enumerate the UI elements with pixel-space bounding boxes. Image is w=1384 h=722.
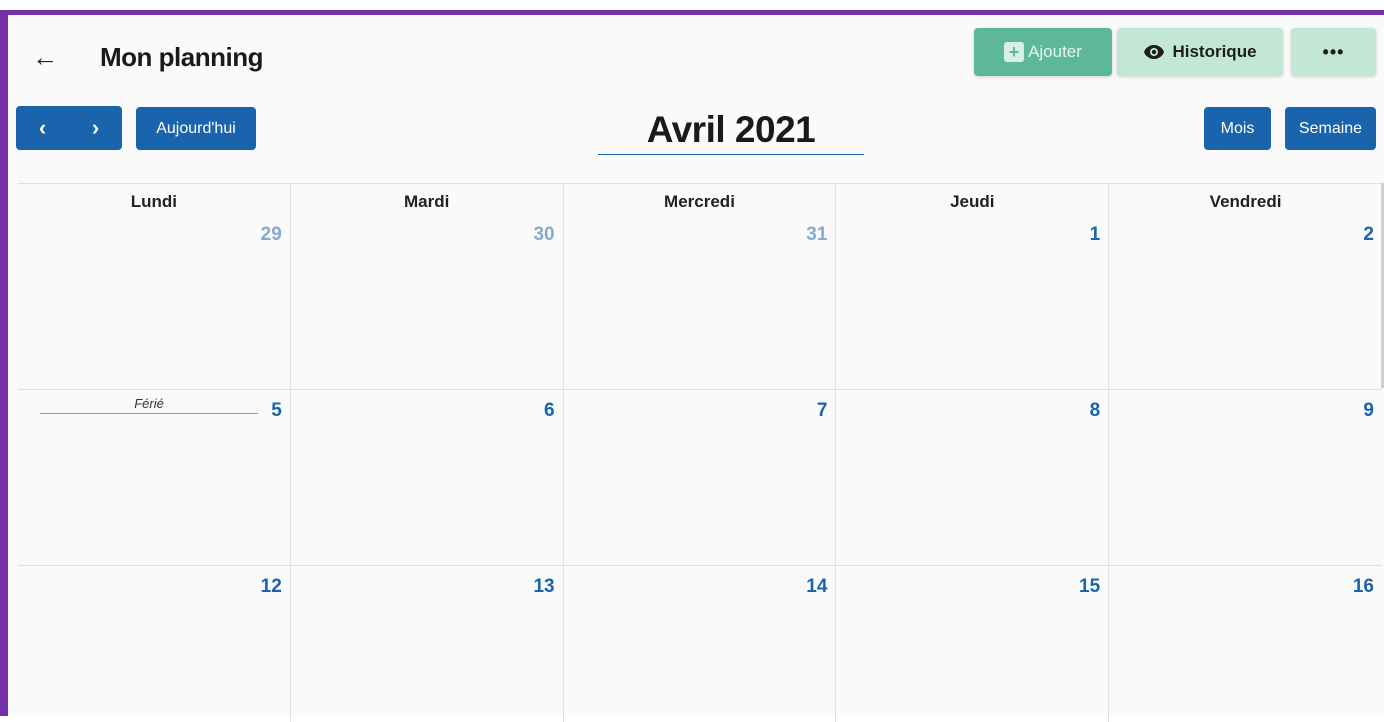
day-number: 8: [1089, 400, 1101, 421]
calendar-week-row: 29 30 31 1 2: [18, 214, 1382, 390]
day-cell[interactable]: 16: [1109, 566, 1382, 722]
page-title: Mon planning: [100, 42, 263, 72]
next-period-button[interactable]: ›: [69, 106, 122, 150]
weekday-header: Mardi: [291, 184, 564, 214]
history-button-label: Historique: [1172, 42, 1257, 61]
calendar-grid: Lundi Mardi Mercredi Jeudi Vendredi 29 3…: [18, 183, 1382, 722]
day-number: 31: [806, 224, 828, 245]
day-cell[interactable]: 1: [836, 214, 1110, 389]
day-cell[interactable]: 2: [1109, 214, 1382, 389]
day-number: 14: [806, 576, 828, 597]
day-number: 15: [1079, 576, 1101, 597]
back-arrow-icon[interactable]: ←: [30, 42, 60, 72]
day-number: 7: [816, 400, 828, 421]
weekday-header: Mercredi: [564, 184, 837, 214]
day-cell[interactable]: 14: [564, 566, 837, 722]
day-number: 1: [1089, 224, 1101, 245]
day-number: 12: [260, 576, 282, 597]
day-cell[interactable]: 8: [836, 390, 1110, 565]
history-button[interactable]: Historique: [1117, 28, 1283, 76]
calendar-week-row: Férié 5 6 7 8 9: [18, 390, 1382, 566]
day-number: 5: [271, 400, 282, 421]
day-cell[interactable]: 29: [18, 214, 291, 389]
day-number: 2: [1363, 224, 1374, 245]
weekday-header: Lundi: [18, 184, 291, 214]
day-cell[interactable]: 13: [291, 566, 564, 722]
day-number: 9: [1363, 400, 1374, 421]
day-number: 13: [533, 576, 555, 597]
weekday-header: Vendredi: [1209, 192, 1282, 211]
more-options-button[interactable]: •••: [1291, 28, 1376, 76]
day-number: 29: [260, 224, 282, 245]
day-number: 30: [533, 224, 555, 245]
calendar-week-row: 12 13 14 15 16: [18, 566, 1382, 722]
add-button[interactable]: + Ajouter: [974, 28, 1112, 76]
prev-period-button[interactable]: ‹: [16, 106, 69, 150]
chevron-right-icon: ›: [91, 115, 100, 140]
day-cell[interactable]: 7: [564, 390, 837, 565]
day-number: 16: [1352, 576, 1374, 597]
add-button-label: Ajouter: [1028, 42, 1082, 61]
day-cell[interactable]: Férié 5: [18, 390, 291, 565]
day-number: 6: [544, 400, 555, 421]
today-button[interactable]: Aujourd'hui: [136, 107, 256, 150]
day-cell[interactable]: 15: [836, 566, 1110, 722]
date-nav-group: ‹ ›: [16, 106, 122, 150]
day-cell[interactable]: 30: [291, 214, 564, 389]
day-cell[interactable]: 9: [1109, 390, 1382, 565]
day-cell[interactable]: 12: [18, 566, 291, 722]
month-view-button[interactable]: Mois: [1204, 107, 1271, 150]
chevron-left-icon: ‹: [38, 115, 47, 140]
app-frame: ← Mon planning + Ajouter Historique ••• …: [0, 10, 1384, 722]
week-view-button[interactable]: Semaine: [1285, 107, 1376, 150]
day-cell[interactable]: 6: [291, 390, 564, 565]
weekday-header-row: Lundi Mardi Mercredi Jeudi Vendredi: [18, 184, 1382, 214]
month-title: Avril 2021: [598, 106, 864, 155]
holiday-event[interactable]: Férié: [40, 396, 258, 414]
plus-icon: +: [1004, 42, 1025, 62]
day-cell[interactable]: 31: [564, 214, 837, 389]
weekday-header: Jeudi: [836, 184, 1110, 214]
eye-icon: [1143, 44, 1165, 60]
